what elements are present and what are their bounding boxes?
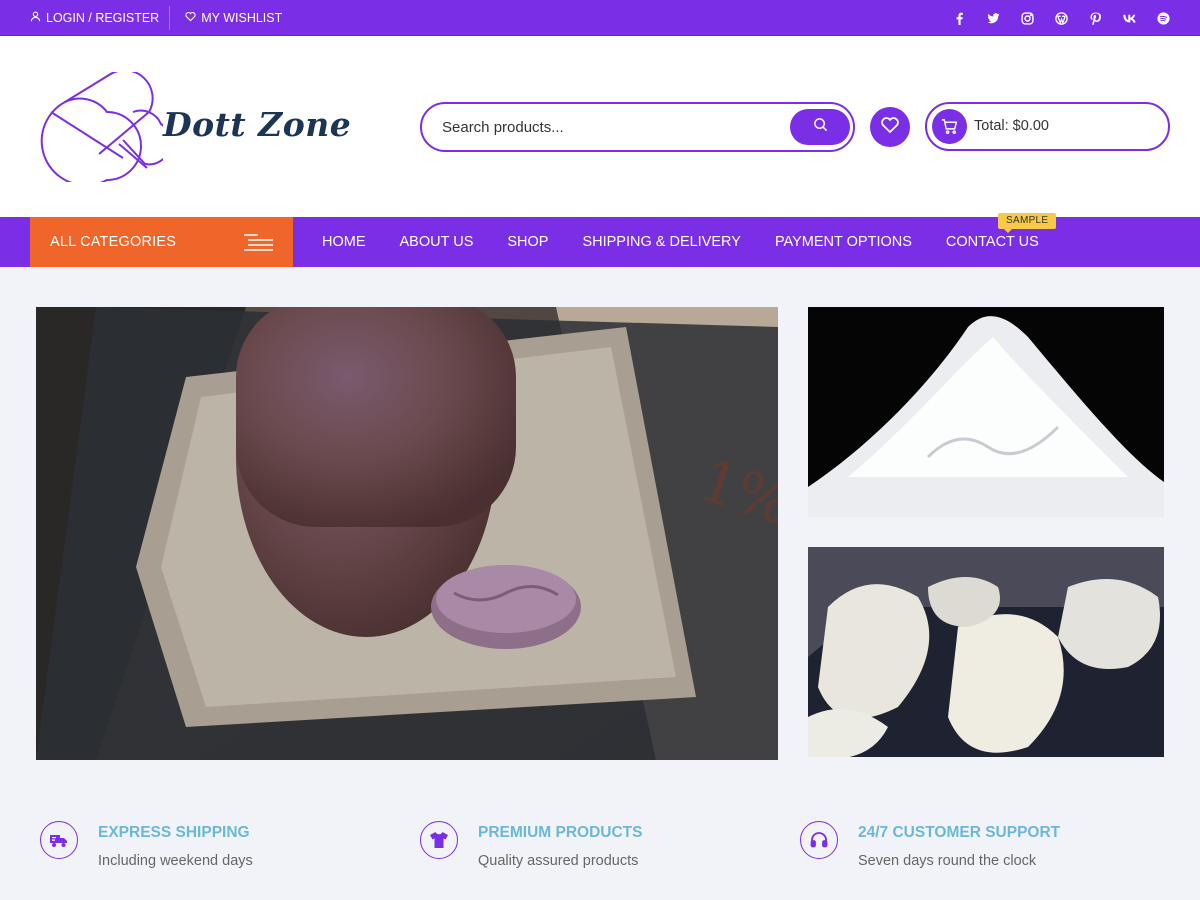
feature-customer-support: 24/7 CUSTOMER SUPPORT Seven days round t…: [796, 820, 1156, 880]
logo-text[interactable]: Dott Zone: [163, 105, 351, 144]
cart-total: Total: $0.00: [974, 118, 1049, 134]
nav-menu: HOME ABOUT US SHOP SHIPPING & DELIVERY P…: [322, 217, 1073, 267]
cart-button[interactable]: Total: $0.00: [925, 102, 1170, 151]
heart-icon: [185, 11, 196, 25]
nav-shipping-delivery[interactable]: SHIPPING & DELIVERY: [582, 234, 740, 250]
feature-premium-products: PREMIUM PRODUCTS Quality assured product…: [416, 820, 776, 880]
search-bar: [420, 102, 855, 152]
tshirt-icon: [420, 821, 458, 859]
login-register-label: LOGIN / REGISTER: [46, 11, 160, 25]
account-links: LOGIN / REGISTER MY WISHLIST: [30, 0, 282, 36]
instagram-icon[interactable]: [1020, 11, 1034, 25]
wishlist-button[interactable]: [870, 107, 910, 147]
product-image-crystals[interactable]: [808, 547, 1164, 757]
feature-express-shipping: EXPRESS SHIPPING Including weekend days: [36, 820, 396, 880]
hero-main-image[interactable]: 1%: [36, 307, 778, 760]
main-nav: ALL CATEGORIES HOME ABOUT US SHOP SHIPPI…: [0, 213, 1200, 267]
sample-badge: SAMPLE: [998, 213, 1057, 233]
vk-icon[interactable]: [1122, 11, 1136, 25]
feature-subtitle: Including weekend days: [98, 853, 253, 869]
wordpress-icon[interactable]: [1054, 11, 1068, 25]
wishlist-link[interactable]: MY WISHLIST: [185, 11, 282, 25]
search-input[interactable]: [442, 116, 782, 138]
truck-icon: [40, 821, 78, 859]
headset-icon: [800, 821, 838, 859]
search-icon: [813, 117, 828, 137]
facebook-icon[interactable]: [952, 11, 966, 25]
twitter-icon[interactable]: [986, 11, 1000, 25]
social-links: [952, 0, 1170, 36]
wishlist-label: MY WISHLIST: [201, 11, 283, 25]
site-header: Dott Zone Total: $0.00: [0, 36, 1200, 217]
menu-lines-icon: [243, 233, 274, 251]
all-categories-button[interactable]: ALL CATEGORIES: [30, 217, 293, 267]
feature-title: PREMIUM PRODUCTS: [478, 824, 643, 841]
pinterest-icon[interactable]: [1088, 11, 1102, 25]
feature-title: EXPRESS SHIPPING: [98, 824, 250, 841]
feature-subtitle: Quality assured products: [478, 853, 639, 869]
divider: [169, 6, 171, 30]
all-categories-label: ALL CATEGORIES: [50, 234, 177, 250]
spotify-icon[interactable]: [1156, 11, 1170, 25]
nav-home[interactable]: HOME: [322, 234, 366, 250]
nav-shop[interactable]: SHOP: [507, 234, 548, 250]
logo-pill-icon[interactable]: [35, 69, 172, 187]
cart-icon: [932, 109, 967, 144]
user-icon: [30, 11, 41, 25]
heart-icon: [880, 115, 900, 140]
nav-payment-options[interactable]: PAYMENT OPTIONS: [775, 234, 912, 250]
nav-about-us[interactable]: ABOUT US: [400, 234, 474, 250]
product-image-powder[interactable]: [808, 307, 1164, 517]
nav-contact-us[interactable]: CONTACT US: [946, 234, 1039, 250]
login-register-link[interactable]: LOGIN / REGISTER: [30, 11, 159, 25]
feature-title: 24/7 CUSTOMER SUPPORT: [858, 824, 1061, 841]
search-button[interactable]: [790, 109, 850, 145]
feature-subtitle: Seven days round the clock: [858, 853, 1037, 869]
top-bar: LOGIN / REGISTER MY WISHLIST: [0, 0, 1200, 36]
